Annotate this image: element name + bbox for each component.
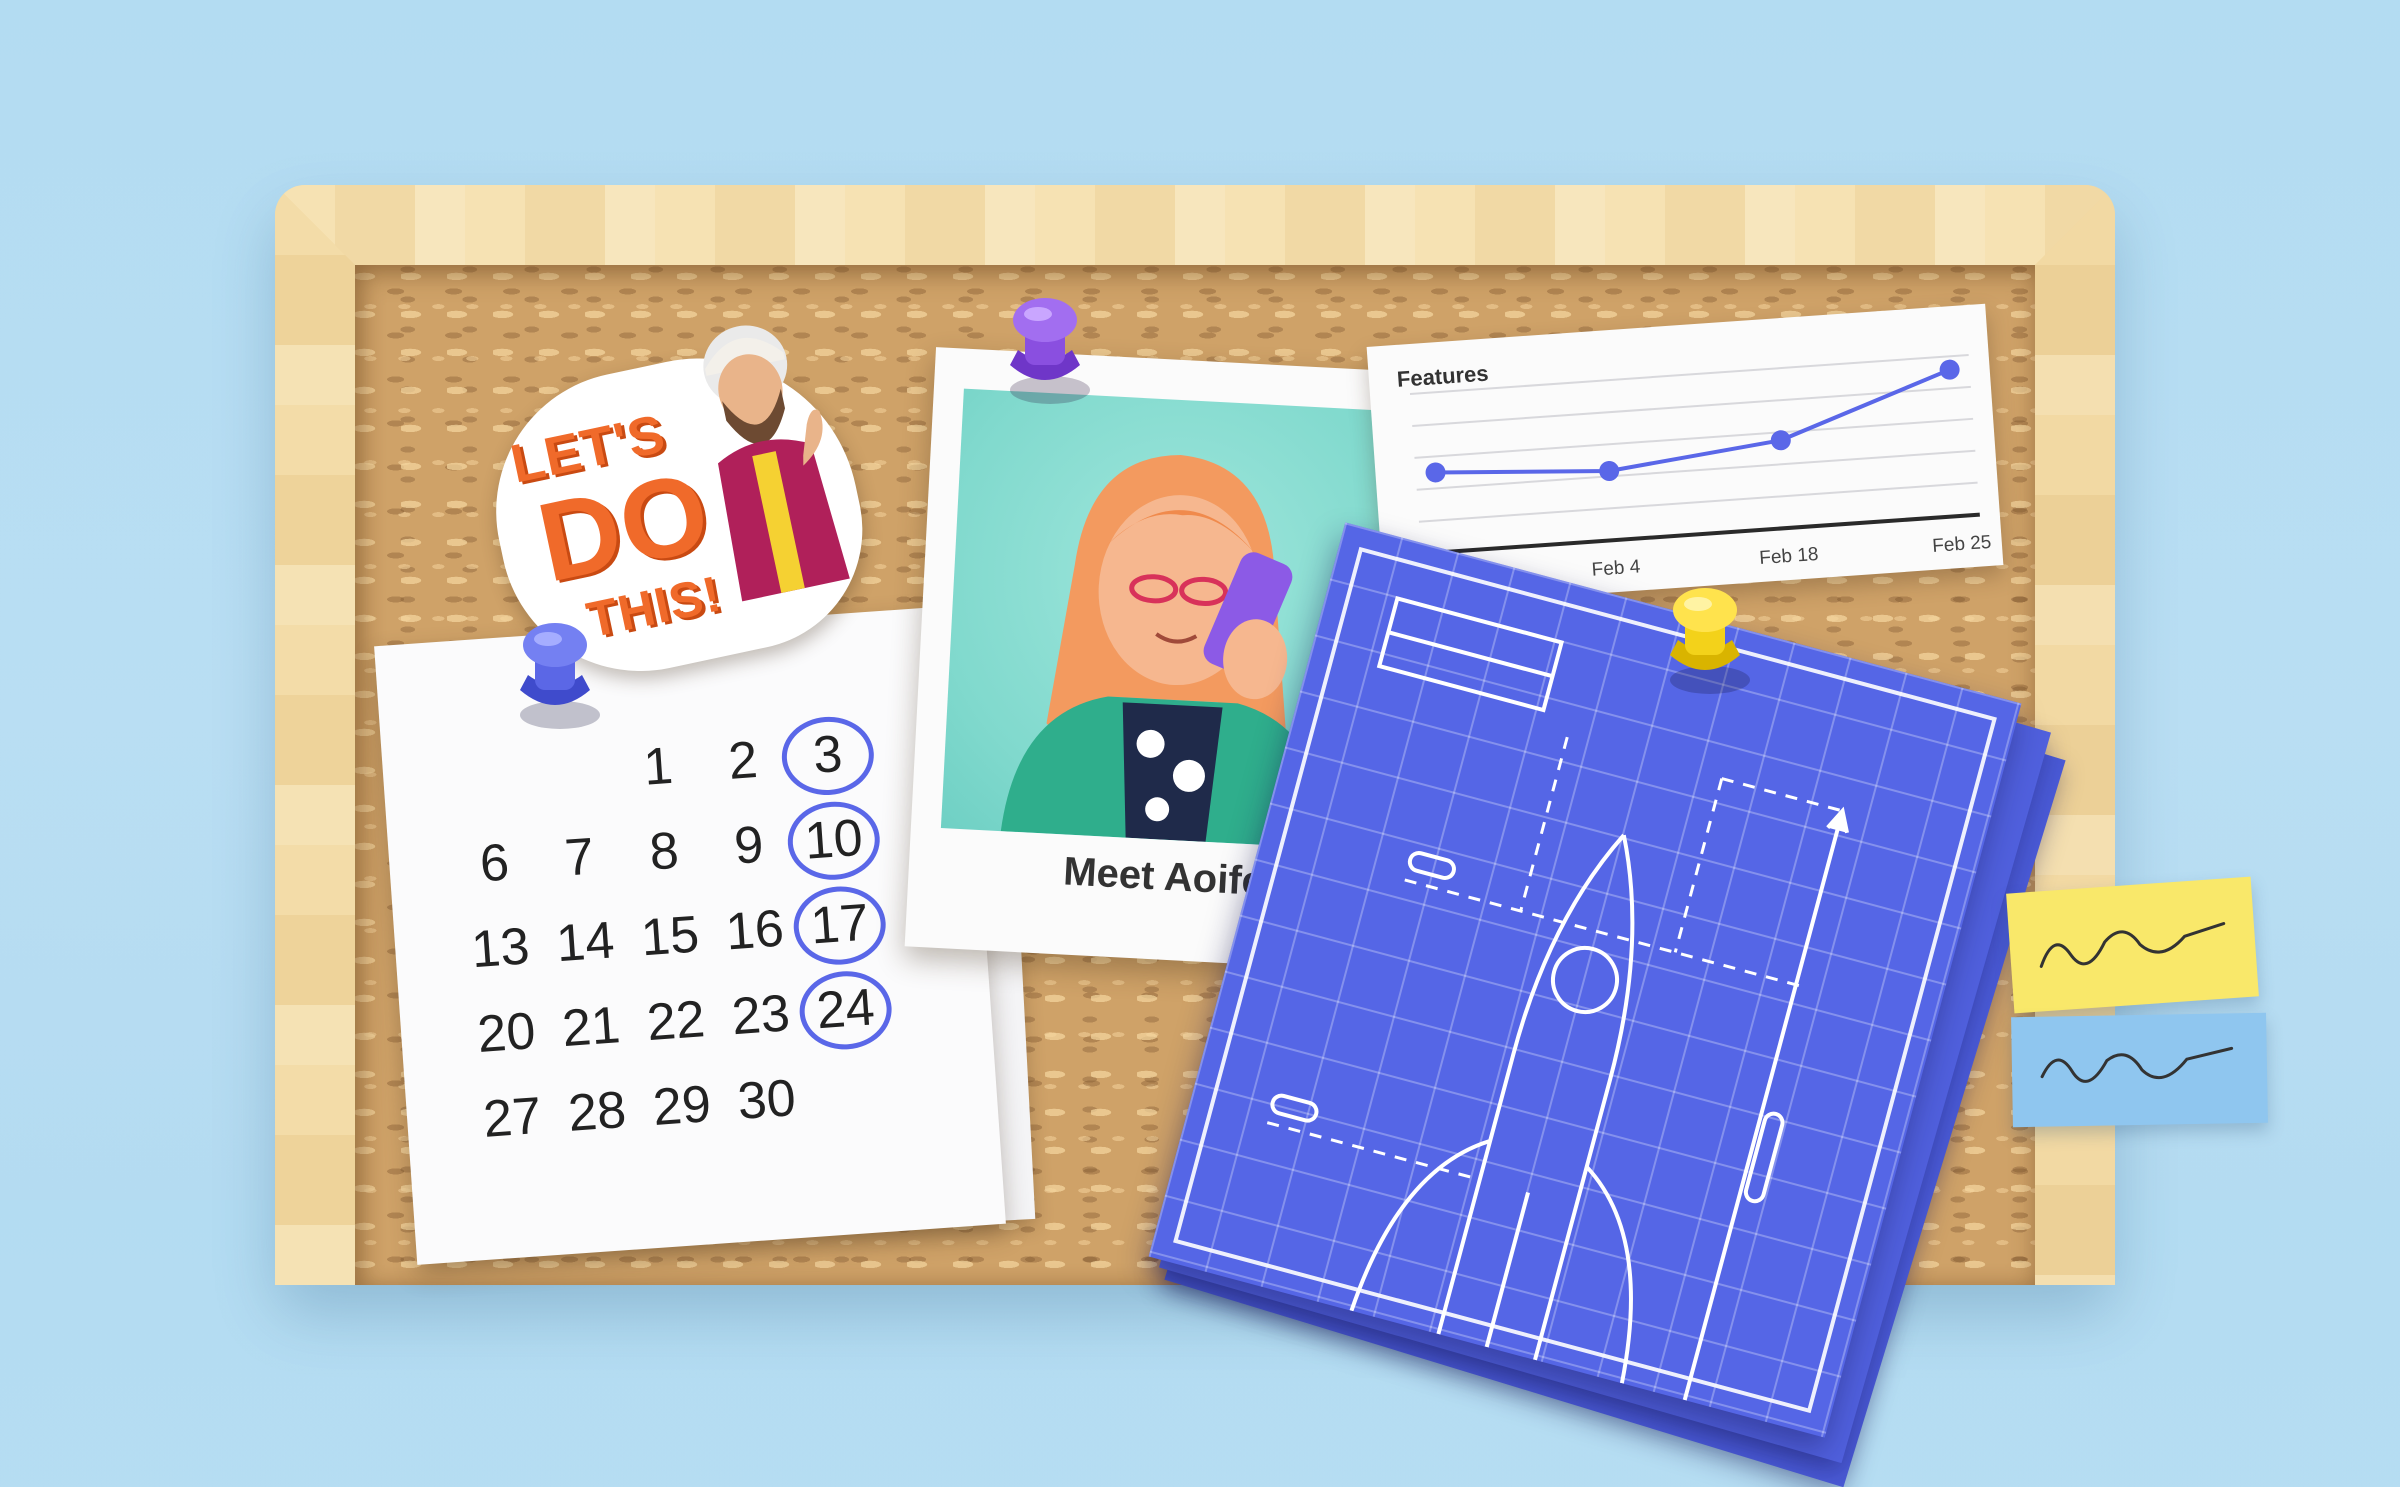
calendar-day: 2 [726, 730, 760, 791]
yellow-push-pin-icon [1670, 588, 1750, 694]
chart-x-tick-label: Feb 25 [1932, 532, 1992, 557]
calendar-day: 23 [729, 984, 792, 1047]
calendar-day: 29 [651, 1075, 713, 1137]
chart-data-point [1939, 359, 1960, 380]
chart-x-axis [1421, 512, 1980, 556]
calendar-day: 20 [475, 1002, 538, 1064]
yellow-sticky-note [2006, 876, 2259, 1014]
blue-sticky-note [2011, 1012, 2268, 1128]
scribble-icon [2040, 1046, 2234, 1083]
calendar-day: 30 [735, 1069, 798, 1131]
calendar-day: 22 [645, 990, 707, 1053]
calendar-day: 28 [566, 1080, 628, 1143]
board-frame-top [275, 185, 2115, 265]
blue-push-pin-icon [520, 623, 600, 729]
calendar-day: 7 [562, 827, 596, 888]
calendar-day: 21 [560, 996, 623, 1059]
chart-gridline [1412, 385, 1971, 427]
chart-gridline [1414, 417, 1974, 459]
purple-push-pin-icon [1010, 298, 1090, 404]
chart-x-tick-label: Feb 4 [1591, 556, 1641, 580]
calendar-day: 13 [469, 917, 532, 980]
chart-data-point [1425, 462, 1446, 483]
calendar-day: 15 [639, 905, 701, 968]
calendar-day: 16 [723, 899, 786, 962]
chart-data-point [1599, 460, 1620, 481]
calendar-day: 6 [478, 833, 511, 894]
calendar-day: 1 [641, 736, 675, 797]
chart-x-tick-label: Feb 18 [1759, 544, 1819, 569]
scribble-icon [2039, 922, 2226, 968]
calendar-day: 14 [554, 911, 617, 974]
calendar-day: 8 [647, 821, 681, 882]
chart-gridline [1418, 481, 1978, 523]
calendar-day: 9 [732, 815, 766, 876]
board-frame-left [275, 185, 355, 1285]
chart-gridline [1409, 353, 1969, 396]
calendar-day: 27 [481, 1086, 544, 1149]
